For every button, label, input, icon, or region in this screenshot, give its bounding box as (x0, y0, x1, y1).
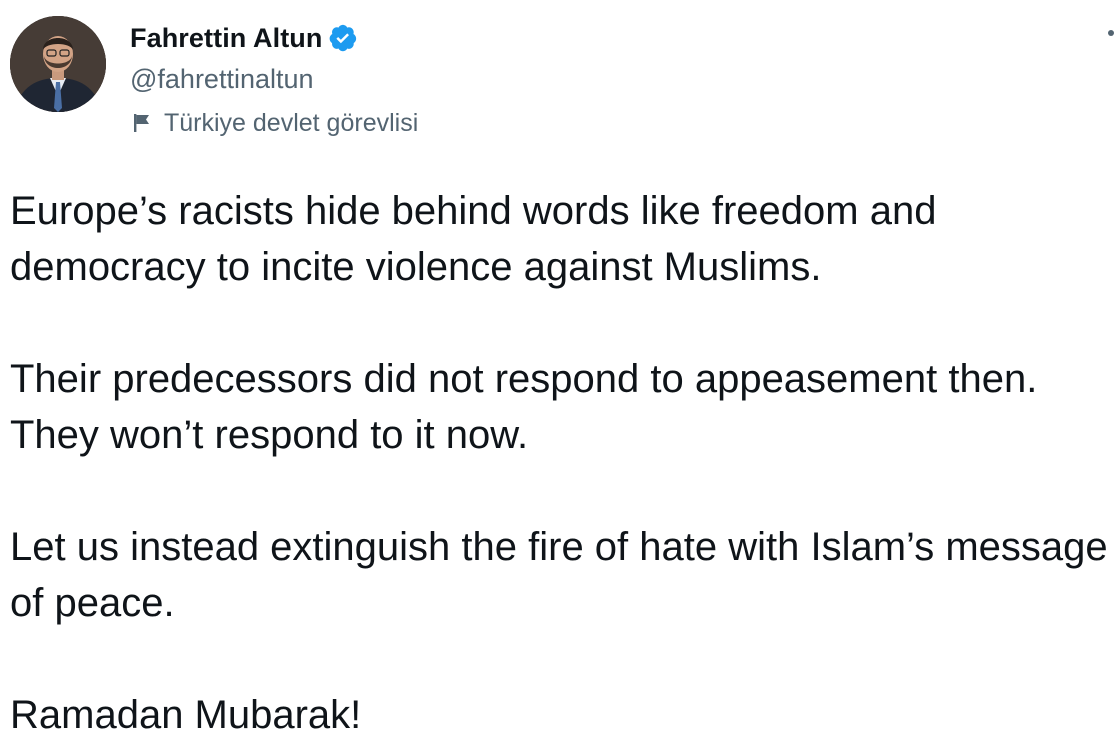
tweet-header: Fahrettin Altun @fahrettinaltun Türkiye … (130, 18, 418, 140)
avatar[interactable] (10, 16, 106, 112)
government-label[interactable]: Türkiye devlet görevlisi (130, 106, 418, 140)
name-row: Fahrettin Altun (130, 18, 418, 58)
tweet: Fahrettin Altun @fahrettinaltun Türkiye … (0, 0, 1118, 752)
author-handle[interactable]: @fahrettinaltun (130, 60, 418, 98)
government-label-text: Türkiye devlet görevlisi (164, 108, 419, 137)
more-options-icon[interactable] (1108, 30, 1114, 36)
tweet-paragraph: Europe’s racists hide behind words like … (10, 189, 937, 289)
verified-badge-icon (328, 23, 358, 53)
tweet-paragraph: Ramadan Mubarak! (10, 693, 362, 737)
flag-icon (130, 111, 154, 135)
tweet-text: Europe’s racists hide behind words like … (10, 183, 1110, 743)
tweet-paragraph: Let us instead extinguish the fire of ha… (10, 525, 1108, 625)
author-display-name[interactable]: Fahrettin Altun (130, 23, 322, 54)
tweet-paragraph: Their predecessors did not respond to ap… (10, 357, 1038, 457)
